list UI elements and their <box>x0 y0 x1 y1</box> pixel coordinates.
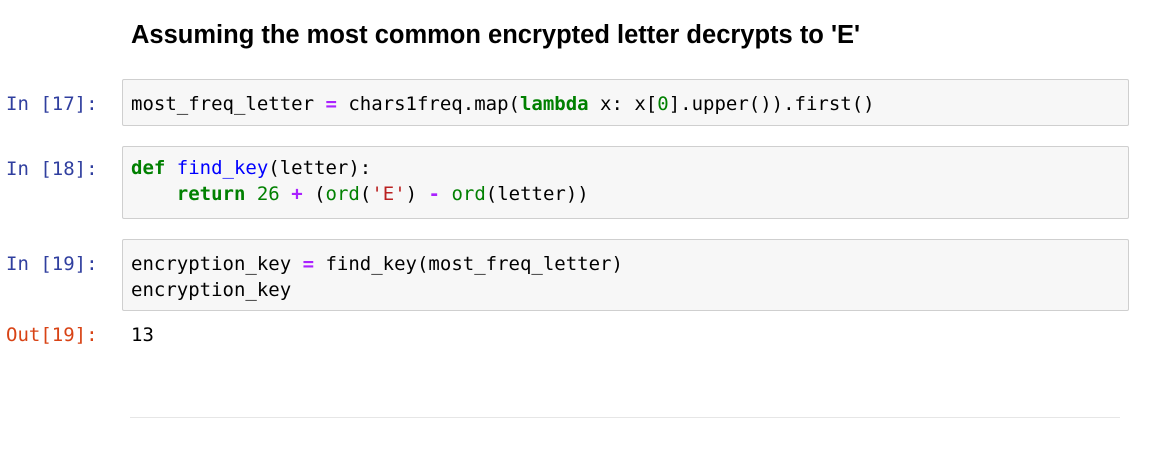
operator: = <box>302 253 315 275</box>
markdown-heading: Assuming the most common encrypted lette… <box>131 21 861 49</box>
code-cell-19[interactable]: encryption_key = find_key(most_freq_lett… <box>122 239 1129 311</box>
code-editor[interactable]: encryption_key = find_key(most_freq_lett… <box>123 251 1128 303</box>
identifier: ) <box>405 183 429 205</box>
output-prompt-19: Out[19]: <box>6 324 98 346</box>
identifier: ( <box>302 183 326 205</box>
number-literal: 0 <box>657 93 669 115</box>
code-editor[interactable]: def find_key(letter): return 26 + (ord('… <box>123 155 1128 207</box>
identifier: ].upper()).first() <box>668 93 875 115</box>
code-line: encryption_key <box>131 277 1128 303</box>
operator: - <box>428 183 440 205</box>
code-cell-18[interactable]: def find_key(letter): return 26 + (ord('… <box>122 146 1129 219</box>
keyword-return: return <box>176 183 246 205</box>
identifier: (letter)) <box>485 183 589 205</box>
keyword-lambda: lambda <box>519 93 589 115</box>
input-prompt-19: In [19]: <box>6 253 98 275</box>
input-prompt-18: In [18]: <box>6 158 98 180</box>
code-editor[interactable]: most_freq_letter = chars1freq.map(lambda… <box>123 91 1128 117</box>
identifier: ( <box>359 183 372 205</box>
code-line: def find_key(letter): <box>131 155 1128 181</box>
identifier: x: x[ <box>588 93 658 115</box>
identifier: find_key(most_freq_letter) <box>314 253 623 275</box>
code-cell-17[interactable]: most_freq_letter = chars1freq.map(lambda… <box>122 79 1129 126</box>
identifier: most_freq_letter <box>131 93 326 115</box>
keyword-def: def <box>131 157 166 179</box>
builtin-ord: ord <box>325 183 360 205</box>
identifier: chars1freq.map( <box>336 93 520 115</box>
number-literal: 26 <box>256 183 280 205</box>
code-line: return 26 + (ord('E') - ord(letter)) <box>131 181 1128 207</box>
identifier: encryption_key <box>131 279 292 301</box>
identifier: (letter): <box>268 157 372 179</box>
string-literal: 'E' <box>371 183 406 205</box>
function-name: find_key <box>176 157 269 179</box>
identifier: encryption_key <box>131 253 303 275</box>
input-prompt-17: In [17]: <box>6 93 98 115</box>
code-line: most_freq_letter = chars1freq.map(lambda… <box>131 91 1128 117</box>
operator: + <box>291 183 303 205</box>
operator: = <box>325 93 337 115</box>
builtin-ord: ord <box>451 183 486 205</box>
output-value: 13 <box>131 324 154 346</box>
cell-divider <box>130 417 1120 418</box>
code-line: encryption_key = find_key(most_freq_lett… <box>131 251 1128 277</box>
